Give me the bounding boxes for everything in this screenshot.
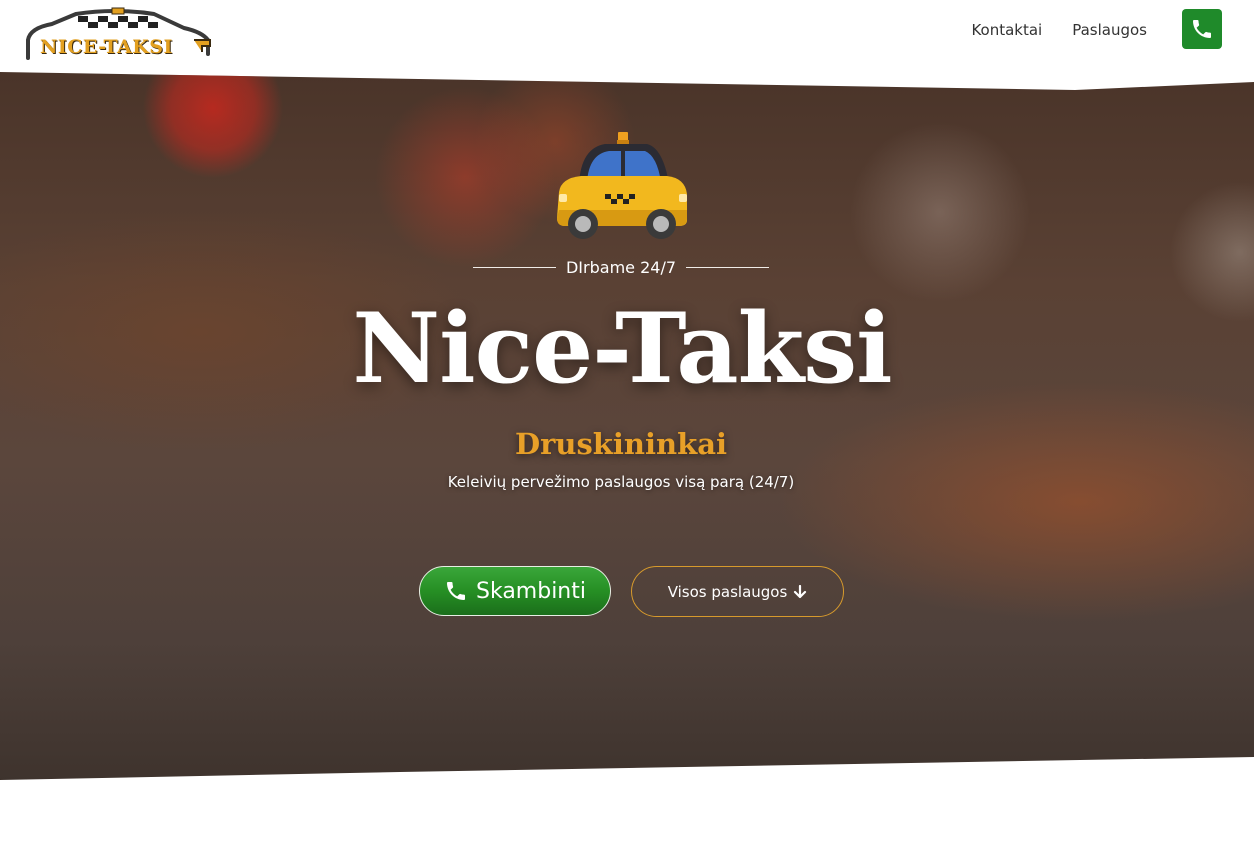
- site-header: NICE-TAKSI Kontaktai Paslaugos: [0, 0, 1254, 72]
- logo-text: NICE-TAKSI: [40, 36, 173, 58]
- nav-link-kontaktai[interactable]: Kontaktai: [971, 20, 1042, 40]
- tagline-divider-right: [686, 266, 770, 268]
- header-phone-button[interactable]: [1182, 9, 1222, 49]
- call-button-label: Skambinti: [476, 578, 586, 604]
- hero-section: DIrbame 24/7 Nice-Taksi Druskininkai Kel…: [0, 72, 1254, 780]
- tagline: DIrbame 24/7: [470, 255, 772, 279]
- arrow-down-icon: [793, 584, 807, 599]
- tagline-divider-left: [472, 266, 556, 268]
- call-button[interactable]: Skambinti: [419, 566, 611, 616]
- services-button[interactable]: Visos paslaugos: [631, 566, 844, 617]
- hero-subtitle: Keleivių pervežimo paslaugos visą parą (…: [447, 473, 795, 491]
- services-button-label: Visos paslaugos: [667, 582, 788, 601]
- logo[interactable]: NICE-TAKSI: [24, 6, 214, 62]
- phone-icon: [444, 579, 468, 603]
- tagline-text: DIrbame 24/7: [565, 257, 677, 277]
- taxi-icon: [557, 132, 687, 239]
- hero-title: Nice-Taksi: [352, 292, 892, 405]
- main-nav: Kontaktai Paslaugos: [971, 20, 1147, 40]
- phone-icon: [1193, 20, 1211, 38]
- hero-city: Druskininkai: [514, 427, 728, 461]
- nav-link-paslaugos[interactable]: Paslaugos: [1072, 20, 1147, 40]
